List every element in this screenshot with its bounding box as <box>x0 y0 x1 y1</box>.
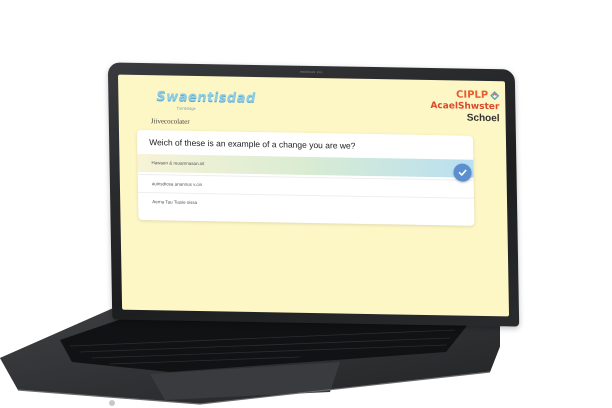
logo-subtitle: Turnbridge <box>176 105 196 111</box>
school-name: Schoel <box>466 112 500 125</box>
badge-text: CIPLP <box>456 89 489 102</box>
logo-title: Swaentisdad <box>156 89 256 106</box>
quiz-card: Weich of these is an example of a change… <box>136 129 475 226</box>
laptop-screen: Swaentisdad Turnbridge CIPLP AcaelShwste… <box>117 74 510 317</box>
check-icon <box>458 169 467 176</box>
question-text: Weich of these is an example of a change… <box>149 137 356 151</box>
submit-answer-button[interactable] <box>453 163 472 182</box>
laptop-lid: macbook pro Swaentisdad Turnbridge CIPLP… <box>107 62 520 327</box>
school-branding: CIPLP AcaelShwster Schoel <box>430 89 500 125</box>
breadcrumb: Jiivecocolater <box>150 117 190 126</box>
answer-option-label: auinsdiosa anannus v.cin <box>151 181 203 188</box>
brand-name: AcaelShwster <box>430 101 500 113</box>
camera-label: macbook pro <box>299 69 323 75</box>
answer-option-label: Hawaen & reuamnasan.sit <box>151 160 205 167</box>
badge-icon <box>490 91 500 101</box>
site-logo[interactable]: Swaentisdad Turnbridge <box>156 89 256 112</box>
answer-option-label: Aerna Tau Tiasie sissa <box>152 199 198 205</box>
